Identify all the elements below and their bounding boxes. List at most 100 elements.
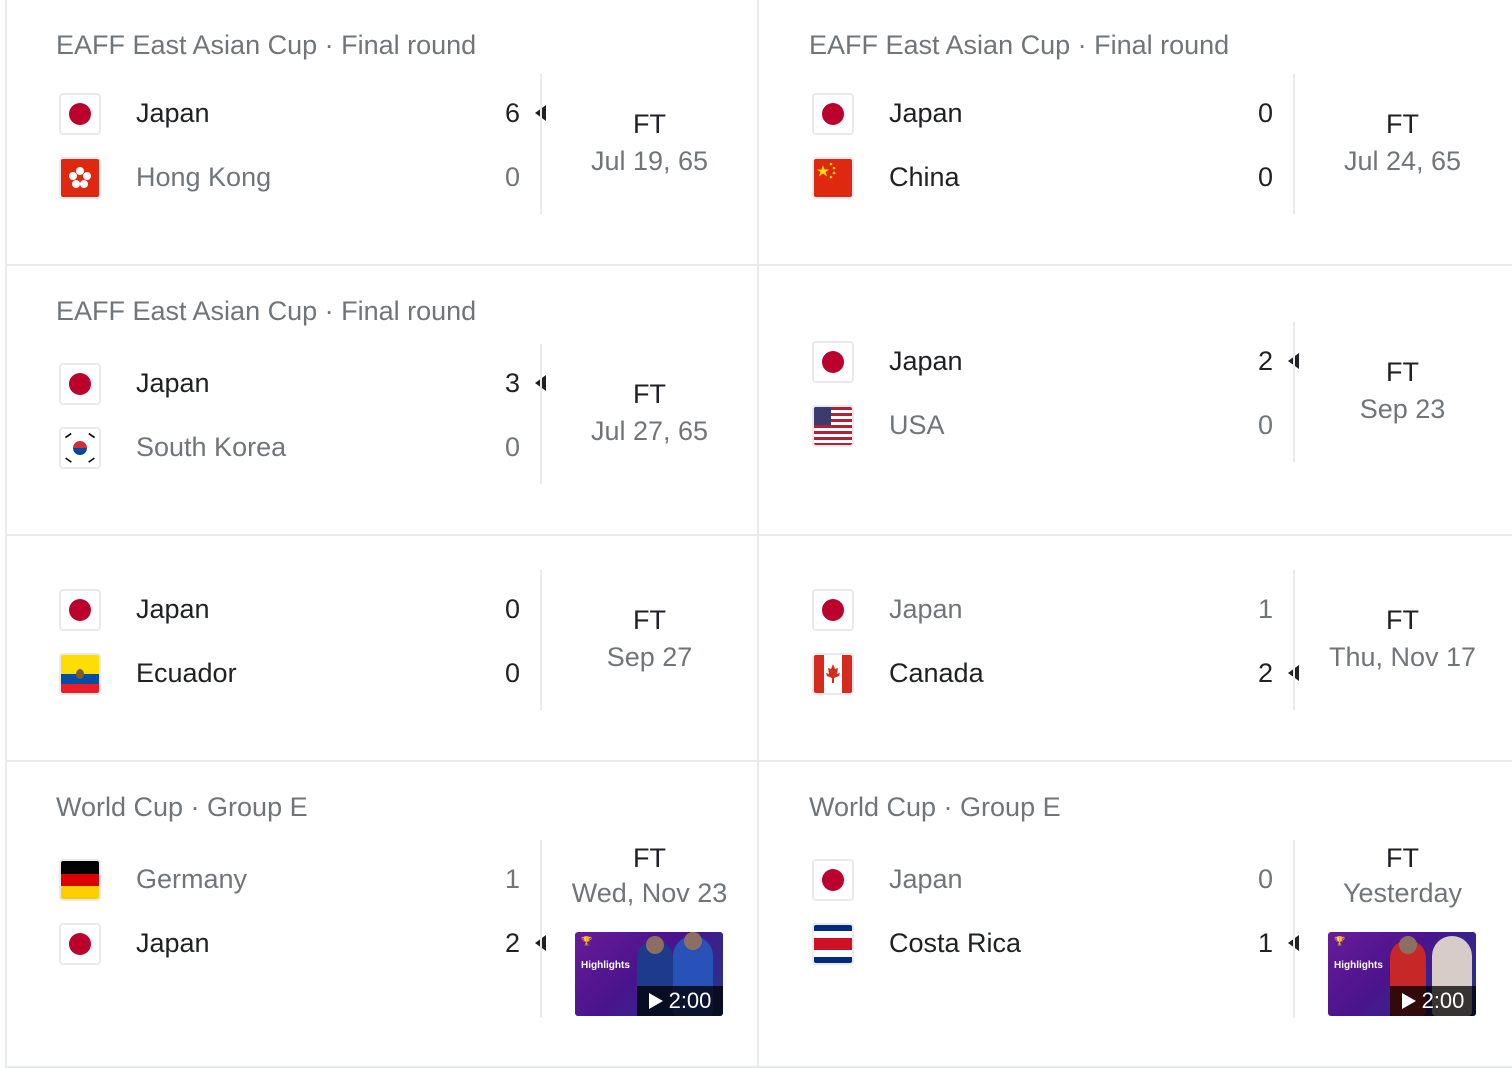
full-time-label: FT (1386, 357, 1419, 387)
team-name: Japan (136, 368, 210, 398)
player-head (646, 936, 664, 954)
team-score: 0 (1257, 162, 1273, 192)
team-name: Japan (889, 594, 963, 624)
full-time-label: FT (1386, 109, 1419, 139)
team-score: 1 (504, 864, 520, 894)
match-date: Jul 24, 65 (1343, 146, 1462, 176)
match-date: Sep 27 (606, 642, 693, 672)
team-score: 0 (504, 162, 520, 192)
japan-flag-icon (59, 589, 101, 631)
duration-text: 2:00 (1421, 988, 1465, 1013)
team-row: USA 0 (809, 405, 1299, 449)
full-time-label: FT (633, 605, 666, 635)
team-name: Japan (889, 346, 963, 376)
player-head (1399, 936, 1417, 954)
play-icon (648, 993, 663, 1009)
team-score: 1 (1257, 928, 1273, 958)
team-score: 3 (504, 368, 520, 398)
japan-flag-icon (59, 923, 101, 965)
match-status: FT Jul 27, 65 (542, 379, 757, 447)
team-score: 0 (504, 594, 520, 624)
video-duration: 2:00 (637, 986, 723, 1016)
match-row: World Cup · Group E Germany 1 Japan 2 FT… (5, 762, 1512, 1068)
japan-flag-icon (812, 93, 854, 135)
match-status: FT Sep 23 (1295, 357, 1510, 425)
team-row: China 0 (809, 157, 1299, 201)
team-name: Japan (136, 928, 210, 958)
match-date: Sep 23 (1359, 394, 1446, 424)
team-score: 0 (1257, 410, 1273, 440)
japan-flag-icon (812, 589, 854, 631)
highlights-video-thumbnail[interactable]: 🏆 Highlights 2:00 (1328, 932, 1476, 1016)
ecuador-flag-icon (59, 653, 101, 695)
match-card[interactable]: World Cup · Group E Japan 0 Costa Rica 1… (758, 762, 1510, 1066)
match-date: Yesterday (1342, 878, 1463, 908)
team-score: 0 (1257, 98, 1273, 128)
match-card[interactable]: World Cup · Group E Germany 1 Japan 2 FT… (5, 762, 757, 1066)
team-score: 0 (504, 658, 520, 688)
match-card[interactable]: Japan 1 Canada 2 FT Thu, Nov 17 (758, 536, 1510, 760)
play-icon (1401, 993, 1416, 1009)
match-card[interactable]: EAFF East Asian Cup · Final round Japan … (5, 0, 757, 264)
match-status: FT Yesterday (1295, 843, 1510, 909)
team-row: Japan 3 (56, 363, 546, 407)
team-row: Hong Kong 0 (56, 157, 546, 201)
team-name: USA (889, 410, 945, 440)
match-row: EAFF East Asian Cup · Final round Japan … (5, 0, 1512, 266)
team-row: Costa Rica 1 (809, 923, 1299, 967)
world-cup-logo-icon: 🏆 (581, 936, 593, 946)
match-card[interactable]: Japan 0 Ecuador 0 FT Sep 27 (5, 536, 757, 760)
match-date: Thu, Nov 17 (1328, 642, 1477, 672)
team-name: Hong Kong (136, 162, 272, 192)
highlights-label: Highlights (581, 960, 630, 971)
player-head (684, 932, 702, 950)
team-name: China (889, 162, 960, 192)
team-score: 2 (504, 928, 520, 958)
team-score: 6 (504, 98, 520, 128)
world-cup-logo-icon: 🏆 (1334, 936, 1346, 946)
duration-text: 2:00 (668, 988, 712, 1013)
league-label: EAFF East Asian Cup · Final round (56, 30, 477, 60)
match-card[interactable]: EAFF East Asian Cup · Final round Japan … (5, 266, 757, 534)
team-score: 2 (1257, 346, 1273, 376)
match-status: FT Wed, Nov 23 (542, 843, 757, 909)
league-label: EAFF East Asian Cup · Final round (56, 296, 477, 326)
team-name: Costa Rica (889, 928, 1022, 958)
match-card[interactable]: Japan 2 USA 0 FT Sep 23 (758, 266, 1510, 534)
team-row: Japan 0 (809, 93, 1299, 137)
team-score: 1 (1257, 594, 1273, 624)
team-row: Germany 1 (56, 859, 546, 903)
full-time-label: FT (633, 109, 666, 139)
canada-flag-icon (812, 653, 854, 695)
match-date: Jul 27, 65 (590, 416, 709, 446)
team-score: 2 (1257, 658, 1273, 688)
team-name: South Korea (136, 432, 287, 462)
full-time-label: FT (633, 379, 666, 409)
team-row: Canada 2 (809, 653, 1299, 697)
germany-flag-icon (59, 859, 101, 901)
match-card[interactable]: EAFF East Asian Cup · Final round Japan … (758, 0, 1510, 264)
hong-kong-flag-icon (59, 157, 101, 199)
japan-flag-icon (812, 341, 854, 383)
team-row: Japan 1 (809, 589, 1299, 633)
match-status: FT Jul 24, 65 (1295, 109, 1510, 177)
team-row: Japan 2 (56, 923, 546, 967)
japan-flag-icon (59, 363, 101, 405)
japan-flag-icon (812, 859, 854, 901)
costa-rica-flag-icon (812, 923, 854, 965)
south-korea-flag-icon (59, 427, 101, 469)
team-row: Japan 6 (56, 93, 546, 137)
team-name: Japan (889, 864, 963, 894)
league-label: World Cup · Group E (56, 792, 308, 822)
team-score: 0 (1257, 864, 1273, 894)
team-row: Japan 2 (809, 341, 1299, 385)
match-date: Wed, Nov 23 (571, 878, 728, 908)
team-row: South Korea 0 (56, 427, 546, 471)
full-time-label: FT (1386, 843, 1419, 873)
team-row: Japan 0 (56, 589, 546, 633)
team-name: Canada (889, 658, 984, 688)
usa-flag-icon (812, 405, 854, 447)
team-name: Japan (136, 98, 210, 128)
match-results-grid: EAFF East Asian Cup · Final round Japan … (5, 0, 1512, 1068)
highlights-video-thumbnail[interactable]: 🏆 Highlights 2:00 (575, 932, 723, 1016)
